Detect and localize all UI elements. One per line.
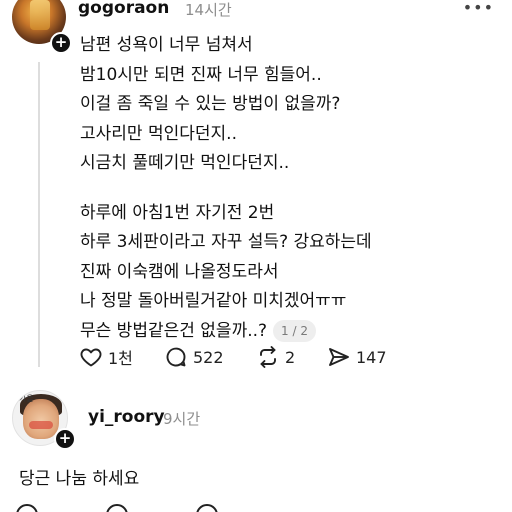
avatar-image [30,0,50,30]
post-text-line: 시금치 풀떼기만 먹인다던지.. [80,153,290,173]
post-text-line: 하루에 아침1번 자기전 2번 [80,202,275,223]
post-text-line: 나 정말 돌아버릴거같아 미치겠어ㅠㅠ [80,291,347,311]
reply-timestamp: 9시간 [163,410,201,428]
post-text-line: 하루 3세판이라고 자꾸 설득? 강요하는데 [80,232,372,252]
comment-bubble-icon[interactable] [106,504,128,512]
share-button[interactable]: 147 [327,343,387,371]
reply-text: 당근 나눔 하세요 [19,469,140,489]
post-text-line: 밤10시만 되면 진짜 너무 힘들어.. [80,64,322,85]
post-text-line: 이걸 좀 죽일 수 있는 방법이 없을까? [80,94,341,114]
like-button[interactable]: 1천 [79,343,133,371]
avatar-detail [29,421,53,429]
avatar-tag: 가을 [19,394,34,403]
follow-plus-icon[interactable]: + [50,32,72,54]
comment-count: 522 [193,347,224,367]
post-text-line: 무슨 방법같은건 없을까..? [80,320,268,341]
heart-icon [80,348,102,367]
heart-icon[interactable] [16,504,38,512]
avatar-face [23,399,59,439]
post-text-line-last: 무슨 방법같은건 없을까..? 1 / 2 [80,317,500,347]
post-text-line: 고사리만 먹인다던지.. [80,123,237,144]
post-body: 남편 성욕이 너무 넘쳐서 밤10시만 되면 진짜 너무 힘들어.. 이걸 좀 … [80,31,500,346]
more-horizontal-icon[interactable]: ••• [463,0,494,17]
reply-header: 가을 + yi_roory 9시간 [12,390,500,450]
page-indicator-badge: 1 / 2 [273,319,316,342]
repost-icon [260,346,276,368]
comment-button[interactable]: 522 [164,343,224,371]
post-text-line: 남편 성욕이 너무 넘쳐서 [80,35,253,55]
post-action-bar: 1천 522 2 147 [79,343,499,371]
repost-icon[interactable] [196,504,218,512]
reply-action-bar [16,504,436,512]
repost-button[interactable]: 2 [256,343,295,371]
reply-username[interactable]: yi_roory [88,407,165,427]
share-count: 147 [356,347,387,367]
send-icon [329,348,349,366]
repost-count: 2 [285,347,296,367]
follow-plus-icon[interactable]: + [54,428,76,450]
comment-bubble-icon [166,347,186,367]
post-text-line: 진짜 이숙캠에 나올정도라서 [80,261,279,282]
post-timestamp: 14시간 [185,1,232,19]
post-username[interactable]: gogoraon [78,0,169,18]
thread-line [38,62,40,367]
like-count: 1천 [108,349,133,368]
